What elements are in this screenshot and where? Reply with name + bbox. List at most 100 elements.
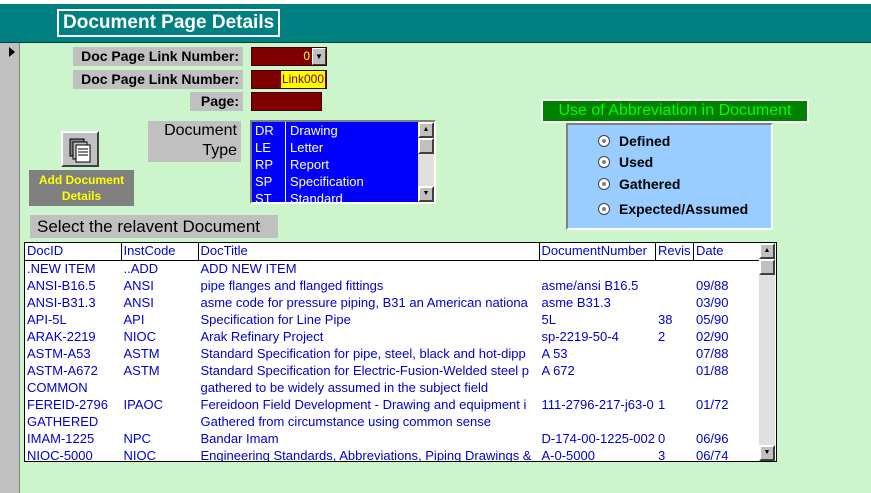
table-cell[interactable]: 38	[655, 311, 694, 328]
table-cell[interactable]: 3	[655, 447, 694, 461]
radio-button-icon[interactable]	[598, 156, 610, 168]
table-cell[interactable]	[693, 260, 764, 277]
table-cell[interactable]	[539, 379, 656, 396]
table-cell[interactable]: 03/90	[693, 294, 764, 311]
table-cell[interactable]: API	[121, 311, 199, 328]
table-row[interactable]: .NEW ITEM ..ADD ADD NEW ITEM	[25, 260, 764, 277]
table-cell[interactable]: NPC	[121, 430, 199, 447]
table-cell[interactable]: ANSI-B16.5	[25, 277, 122, 294]
table-cell[interactable]: Specification for Line Pipe	[198, 311, 540, 328]
table-cell[interactable]: 111-2796-217-j63-0	[539, 396, 656, 413]
table-cell[interactable]: API-5L	[25, 311, 122, 328]
table-cell[interactable]: ANSI	[121, 277, 199, 294]
table-cell[interactable]	[655, 260, 694, 277]
document-type-listbox[interactable]: DR Drawing LE Letter RP Report SP Specificat…	[250, 120, 436, 204]
column-header-instcode[interactable]: InstCode	[121, 243, 199, 261]
table-row[interactable]: API-5L API Specification for Line Pipe 5L 38…	[25, 311, 764, 328]
column-header-revision[interactable]: Revis	[655, 243, 694, 261]
table-cell[interactable]: Bandar Imam	[198, 430, 540, 447]
document-type-item[interactable]: ST Standard	[252, 190, 434, 202]
table-cell[interactable]: ADD NEW ITEM	[198, 260, 540, 277]
table-cell[interactable]: 05/90	[693, 311, 764, 328]
table-cell[interactable]: sp-2219-50-4	[539, 328, 656, 345]
grid-scroll-thumb[interactable]	[759, 259, 775, 275]
table-cell[interactable]: asme/ansi B16.5	[539, 277, 656, 294]
listbox-scrollbar[interactable]: ▲ ▼	[418, 122, 434, 202]
doc-page-link-number-field[interactable]: Link000	[251, 70, 327, 89]
column-header-documentnumber[interactable]: DocumentNumber	[539, 243, 656, 261]
table-cell[interactable]: A 672	[539, 362, 656, 379]
table-cell[interactable]: 5L	[539, 311, 656, 328]
listbox-scroll-thumb[interactable]	[418, 138, 434, 154]
radio-button-icon[interactable]	[598, 178, 610, 190]
table-cell[interactable]: Standard Specification for pipe, steel, …	[198, 345, 540, 362]
table-row[interactable]: FEREID-2796 IPAOC Fereidoon Field Developm…	[25, 396, 764, 413]
table-cell[interactable]: D-174-00-1225-002	[539, 430, 656, 447]
radio-used[interactable]: Used	[598, 154, 653, 170]
table-cell[interactable]: ASTM	[121, 362, 199, 379]
table-cell[interactable]	[655, 345, 694, 362]
table-cell[interactable]: IMAM-1225	[25, 430, 122, 447]
table-cell[interactable]: pipe flanges and flanged fittings	[198, 277, 540, 294]
table-cell[interactable]	[655, 362, 694, 379]
radio-button-icon[interactable]	[598, 203, 610, 215]
table-row[interactable]: ANSI-B16.5 ANSI pipe flanges and flanged f…	[25, 277, 764, 294]
table-cell[interactable]: NIOC-5000	[25, 447, 122, 461]
column-header-date[interactable]: Date	[693, 243, 764, 261]
page-field[interactable]	[251, 92, 322, 111]
table-row[interactable]: NIOC-5000 NIOC Engineering Standards, Abbr…	[25, 447, 764, 461]
table-cell[interactable]: 02/90	[693, 328, 764, 345]
table-row[interactable]: IMAM-1225 NPC Bandar Imam D-174-00-1225-002…	[25, 430, 764, 447]
add-document-details-button[interactable]: Add Document Details	[29, 170, 134, 206]
table-cell[interactable]: ..ADD	[121, 260, 199, 277]
table-cell[interactable]: Engineering Standards, Abbreviations, Pi…	[198, 447, 540, 461]
document-type-item[interactable]: RP Report	[252, 156, 434, 173]
table-cell[interactable]: 01/88	[693, 362, 764, 379]
radio-defined[interactable]: Defined	[598, 133, 670, 149]
table-cell[interactable]: 06/74	[693, 447, 764, 461]
table-cell[interactable]: .NEW ITEM	[25, 260, 122, 277]
document-type-item[interactable]: LE Letter	[252, 139, 434, 156]
table-cell[interactable]	[655, 294, 694, 311]
arrow-down-icon[interactable]: ▼	[418, 186, 434, 202]
add-document-icon-button[interactable]	[61, 131, 99, 167]
arrow-up-icon[interactable]: ▲	[759, 243, 775, 259]
table-row[interactable]: ANSI-B31.3 ANSI asme code for pressure pip…	[25, 294, 764, 311]
table-cell[interactable]: ANSI-B31.3	[25, 294, 122, 311]
table-cell[interactable]: NIOC	[121, 328, 199, 345]
table-row[interactable]: ASTM-A53 ASTM Standard Specification for p…	[25, 345, 764, 362]
grid-scrollbar[interactable]: ▲ ▼	[759, 243, 775, 461]
table-cell[interactable]: gathered to be widely assumed in the sub…	[198, 379, 540, 396]
table-cell[interactable]: Gathered from circumstance using common …	[198, 413, 540, 430]
table-cell[interactable]	[121, 413, 199, 430]
table-cell[interactable]: 0	[655, 430, 694, 447]
table-cell[interactable]: FEREID-2796	[25, 396, 122, 413]
table-cell[interactable]: 2	[655, 328, 694, 345]
radio-button-icon[interactable]	[598, 135, 610, 147]
table-cell[interactable]: IPAOC	[121, 396, 199, 413]
table-row[interactable]: GATHERED Gathered from circumstance using…	[25, 413, 764, 430]
table-cell[interactable]: NIOC	[121, 447, 199, 461]
table-cell[interactable]: 09/88	[693, 277, 764, 294]
table-cell[interactable]: 01/72	[693, 396, 764, 413]
table-cell[interactable]: ASTM-A53	[25, 345, 122, 362]
table-cell[interactable]	[655, 277, 694, 294]
table-cell[interactable]: Fereidoon Field Development - Drawing an…	[198, 396, 540, 413]
table-cell[interactable]: ASTM-A672	[25, 362, 122, 379]
table-cell[interactable]: ARAK-2219	[25, 328, 122, 345]
radio-gathered[interactable]: Gathered	[598, 176, 680, 192]
table-cell[interactable]	[655, 379, 694, 396]
table-row[interactable]: ARAK-2219 NIOC Arak Refinary Project sp-221…	[25, 328, 764, 345]
arrow-down-icon[interactable]: ▼	[759, 445, 775, 461]
table-cell[interactable]: Arak Refinary Project	[198, 328, 540, 345]
table-row[interactable]: ASTM-A672 ASTM Standard Specification for …	[25, 362, 764, 379]
table-cell[interactable]	[655, 413, 694, 430]
column-header-docid[interactable]: DocID	[25, 243, 122, 261]
table-cell[interactable]: ANSI	[121, 294, 199, 311]
document-type-item[interactable]: SP Specification	[252, 173, 434, 190]
table-cell[interactable]: 07/88	[693, 345, 764, 362]
column-header-doctitle[interactable]: DocTitle	[198, 243, 540, 261]
table-cell[interactable]	[693, 413, 764, 430]
table-cell[interactable]: 1	[655, 396, 694, 413]
table-cell[interactable]: A 53	[539, 345, 656, 362]
